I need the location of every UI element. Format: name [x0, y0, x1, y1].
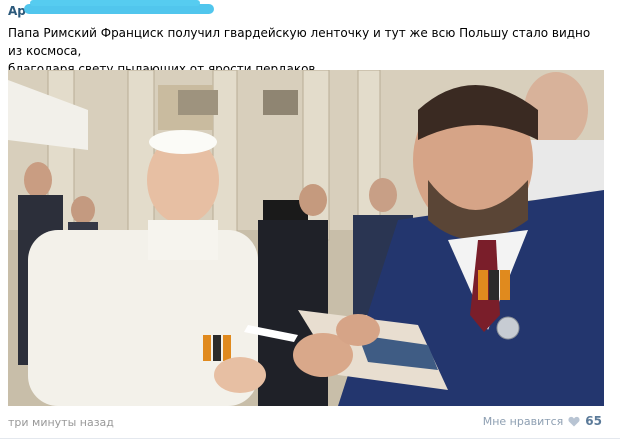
redaction-scribble-top [30, 0, 200, 6]
author-name[interactable]: Ар [8, 4, 26, 18]
photo-illustration [8, 70, 604, 406]
post-text-line-1: Папа Римский Франциск получил гвардейску… [8, 26, 591, 58]
post-time[interactable]: три минуты назад [8, 416, 114, 429]
heart-icon [568, 416, 580, 426]
wall-post: Ар Папа Римский Франциск получил гвардей… [0, 0, 620, 444]
like-label: Мне нравится [482, 414, 564, 428]
like-count: 65 [585, 414, 602, 428]
post-footer: три минуты назад Мне нравится 65 [0, 414, 620, 434]
post-photo[interactable] [8, 70, 604, 406]
like-button[interactable]: Мне нравится 65 [483, 414, 602, 428]
post-divider [0, 438, 620, 439]
